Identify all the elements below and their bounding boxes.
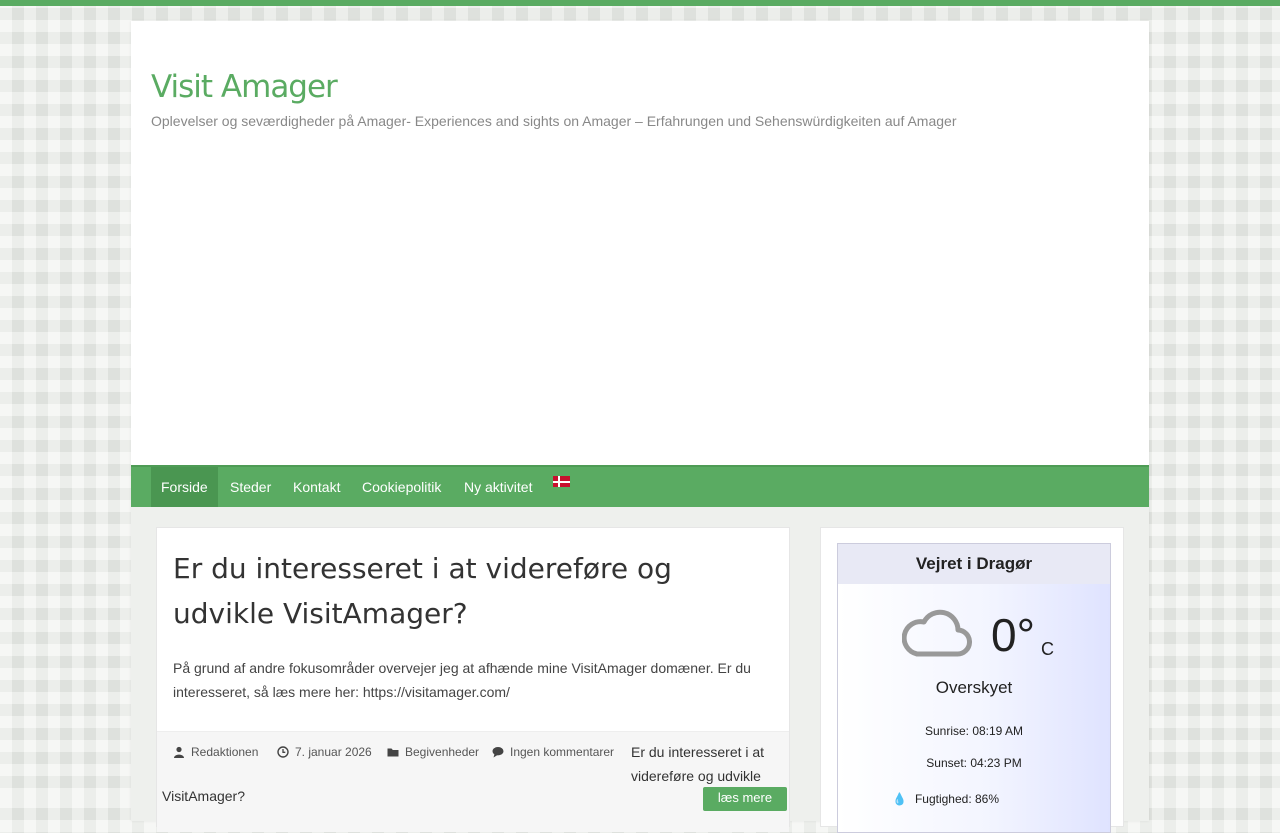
- main-navigation: Forside Steder Kontakt Cookiepolitik Ny …: [131, 465, 1149, 507]
- post-category[interactable]: Begivenheder: [387, 745, 479, 759]
- post-date-text: 7. januar 2026: [295, 745, 372, 759]
- post-comments-text: Ingen kommentarer: [510, 745, 615, 759]
- clock-icon: [277, 746, 289, 758]
- post-date[interactable]: 7. januar 2026: [277, 745, 372, 759]
- site-title-link[interactable]: Visit Amager: [151, 69, 338, 105]
- weather-temperature: 0°: [991, 609, 1035, 661]
- weather-sunrise: Sunrise: 08:19 AM: [924, 724, 1024, 738]
- sidebar: Vejret i Dragør 0° C Overskyet Sunrise: …: [820, 527, 1124, 833]
- danish-flag-icon[interactable]: [553, 476, 570, 487]
- nav-item-forside[interactable]: Forside: [151, 467, 218, 507]
- site-description: Oplevelser og seværdigheder på Amager- E…: [151, 113, 957, 129]
- post-card: Er du interesseret i at videreføre og ud…: [156, 527, 790, 832]
- nav-item-ny-aktivitet[interactable]: Ny aktivitet: [454, 467, 542, 507]
- nav-item-cookiepolitik[interactable]: Cookiepolitik: [352, 467, 451, 507]
- post-title[interactable]: Er du interesseret i at videreføre og ud…: [173, 546, 773, 636]
- readmore-teaser-continued: VisitAmager?: [162, 788, 246, 804]
- post-category-text: Begivenheder: [405, 745, 480, 759]
- top-accent-bar: [0, 0, 1280, 6]
- read-more-button[interactable]: læs mere: [703, 787, 787, 811]
- post-author-name: Redaktionen: [191, 745, 259, 759]
- weather-humidity-text: Fugtighed: 86%: [914, 792, 1000, 806]
- droplet-icon: 💧: [892, 792, 907, 806]
- folder-icon: [387, 748, 399, 757]
- post-excerpt: På grund af andre fokusområder overvejer…: [173, 660, 751, 700]
- weather-widget: Vejret i Dragør 0° C Overskyet Sunrise: …: [837, 543, 1111, 833]
- post-meta-bar: Redaktionen 7. januar 2026 Begivenheder …: [157, 731, 789, 832]
- page-wrapper: Visit Amager Oplevelser og seværdigheder…: [131, 21, 1149, 833]
- user-icon: [174, 746, 184, 758]
- weather-heading: Vejret i Dragør: [838, 544, 1110, 584]
- post-author[interactable]: Redaktionen: [173, 745, 258, 759]
- weather-condition: Overskyet: [935, 678, 1013, 697]
- weather-humidity: 💧 Fugtighed: 86%: [892, 792, 999, 806]
- site-header: Visit Amager Oplevelser og seværdigheder…: [131, 21, 1149, 465]
- weather-unit: C: [1041, 639, 1054, 659]
- readmore-teaser: Er du interesseret i at videreføre og ud…: [631, 744, 765, 784]
- nav-item-steder[interactable]: Steder: [220, 467, 281, 507]
- nav-item-kontakt[interactable]: Kontakt: [283, 467, 350, 507]
- post-comments[interactable]: Ingen kommentarer: [492, 745, 614, 759]
- weather-sunset: Sunset: 04:23 PM: [926, 756, 1022, 770]
- cloud-icon: [902, 609, 972, 657]
- comment-icon: [492, 747, 504, 758]
